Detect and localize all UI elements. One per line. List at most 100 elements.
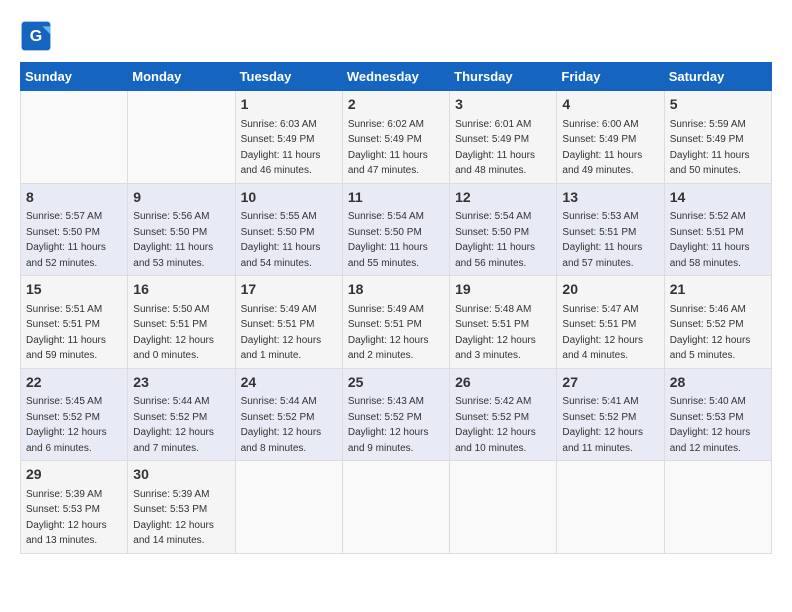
day-number: 9 (133, 188, 229, 208)
day-number: 25 (348, 373, 444, 393)
calendar-cell: 27 Sunrise: 5:41 AMSunset: 5:52 PMDaylig… (557, 368, 664, 461)
calendar-cell (128, 91, 235, 184)
day-info: Sunrise: 5:49 AMSunset: 5:51 PMDaylight:… (348, 304, 429, 362)
day-number: 3 (455, 95, 551, 115)
day-info: Sunrise: 5:51 AMSunset: 5:51 PMDaylight:… (26, 304, 106, 362)
day-number: 22 (26, 373, 122, 393)
day-number: 23 (133, 373, 229, 393)
day-number: 28 (670, 373, 766, 393)
calendar-table: SundayMondayTuesdayWednesdayThursdayFrid… (20, 62, 772, 554)
day-info: Sunrise: 6:01 AMSunset: 5:49 PMDaylight:… (455, 119, 535, 177)
calendar-cell: 1 Sunrise: 6:03 AMSunset: 5:49 PMDayligh… (235, 91, 342, 184)
day-number: 8 (26, 188, 122, 208)
day-number: 20 (562, 280, 658, 300)
calendar-cell: 19 Sunrise: 5:48 AMSunset: 5:51 PMDaylig… (450, 276, 557, 369)
calendar-cell: 5 Sunrise: 5:59 AMSunset: 5:49 PMDayligh… (664, 91, 771, 184)
day-info: Sunrise: 5:56 AMSunset: 5:50 PMDaylight:… (133, 211, 213, 269)
day-number: 2 (348, 95, 444, 115)
day-info: Sunrise: 5:52 AMSunset: 5:51 PMDaylight:… (670, 211, 750, 269)
calendar-cell: 18 Sunrise: 5:49 AMSunset: 5:51 PMDaylig… (342, 276, 449, 369)
day-info: Sunrise: 5:49 AMSunset: 5:51 PMDaylight:… (241, 304, 322, 362)
calendar-cell (21, 91, 128, 184)
calendar-week-row: 15 Sunrise: 5:51 AMSunset: 5:51 PMDaylig… (21, 276, 772, 369)
day-info: Sunrise: 5:55 AMSunset: 5:50 PMDaylight:… (241, 211, 321, 269)
calendar-cell: 14 Sunrise: 5:52 AMSunset: 5:51 PMDaylig… (664, 183, 771, 276)
day-number: 12 (455, 188, 551, 208)
calendar-week-row: 8 Sunrise: 5:57 AMSunset: 5:50 PMDayligh… (21, 183, 772, 276)
day-number: 16 (133, 280, 229, 300)
day-number: 27 (562, 373, 658, 393)
day-info: Sunrise: 5:54 AMSunset: 5:50 PMDaylight:… (455, 211, 535, 269)
svg-text:G: G (30, 28, 42, 45)
day-info: Sunrise: 5:48 AMSunset: 5:51 PMDaylight:… (455, 304, 536, 362)
calendar-cell (557, 461, 664, 554)
day-info: Sunrise: 5:43 AMSunset: 5:52 PMDaylight:… (348, 396, 429, 454)
calendar-cell: 16 Sunrise: 5:50 AMSunset: 5:51 PMDaylig… (128, 276, 235, 369)
day-number: 11 (348, 188, 444, 208)
day-info: Sunrise: 5:45 AMSunset: 5:52 PMDaylight:… (26, 396, 107, 454)
day-info: Sunrise: 5:42 AMSunset: 5:52 PMDaylight:… (455, 396, 536, 454)
calendar-cell: 17 Sunrise: 5:49 AMSunset: 5:51 PMDaylig… (235, 276, 342, 369)
day-info: Sunrise: 6:03 AMSunset: 5:49 PMDaylight:… (241, 119, 321, 177)
calendar-cell: 28 Sunrise: 5:40 AMSunset: 5:53 PMDaylig… (664, 368, 771, 461)
day-number: 15 (26, 280, 122, 300)
day-info: Sunrise: 5:57 AMSunset: 5:50 PMDaylight:… (26, 211, 106, 269)
logo-icon: G (20, 20, 52, 52)
day-info: Sunrise: 5:53 AMSunset: 5:51 PMDaylight:… (562, 211, 642, 269)
day-number: 13 (562, 188, 658, 208)
day-number: 26 (455, 373, 551, 393)
calendar-cell: 8 Sunrise: 5:57 AMSunset: 5:50 PMDayligh… (21, 183, 128, 276)
day-number: 21 (670, 280, 766, 300)
logo: G (20, 20, 56, 52)
calendar-cell: 25 Sunrise: 5:43 AMSunset: 5:52 PMDaylig… (342, 368, 449, 461)
day-number: 30 (133, 465, 229, 485)
day-number: 5 (670, 95, 766, 115)
calendar-cell: 26 Sunrise: 5:42 AMSunset: 5:52 PMDaylig… (450, 368, 557, 461)
calendar-cell: 2 Sunrise: 6:02 AMSunset: 5:49 PMDayligh… (342, 91, 449, 184)
weekday-header-monday: Monday (128, 63, 235, 91)
day-info: Sunrise: 5:44 AMSunset: 5:52 PMDaylight:… (133, 396, 214, 454)
day-number: 29 (26, 465, 122, 485)
calendar-cell: 21 Sunrise: 5:46 AMSunset: 5:52 PMDaylig… (664, 276, 771, 369)
day-number: 10 (241, 188, 337, 208)
calendar-cell: 20 Sunrise: 5:47 AMSunset: 5:51 PMDaylig… (557, 276, 664, 369)
calendar-cell: 23 Sunrise: 5:44 AMSunset: 5:52 PMDaylig… (128, 368, 235, 461)
day-number: 19 (455, 280, 551, 300)
calendar-cell (342, 461, 449, 554)
calendar-cell: 10 Sunrise: 5:55 AMSunset: 5:50 PMDaylig… (235, 183, 342, 276)
calendar-week-row: 22 Sunrise: 5:45 AMSunset: 5:52 PMDaylig… (21, 368, 772, 461)
calendar-cell (450, 461, 557, 554)
day-info: Sunrise: 5:46 AMSunset: 5:52 PMDaylight:… (670, 304, 751, 362)
calendar-cell: 24 Sunrise: 5:44 AMSunset: 5:52 PMDaylig… (235, 368, 342, 461)
weekday-header-tuesday: Tuesday (235, 63, 342, 91)
day-number: 18 (348, 280, 444, 300)
calendar-cell: 13 Sunrise: 5:53 AMSunset: 5:51 PMDaylig… (557, 183, 664, 276)
day-info: Sunrise: 5:44 AMSunset: 5:52 PMDaylight:… (241, 396, 322, 454)
day-info: Sunrise: 5:41 AMSunset: 5:52 PMDaylight:… (562, 396, 643, 454)
calendar-week-row: 1 Sunrise: 6:03 AMSunset: 5:49 PMDayligh… (21, 91, 772, 184)
day-number: 1 (241, 95, 337, 115)
day-info: Sunrise: 5:50 AMSunset: 5:51 PMDaylight:… (133, 304, 214, 362)
weekday-header-sunday: Sunday (21, 63, 128, 91)
calendar-cell: 22 Sunrise: 5:45 AMSunset: 5:52 PMDaylig… (21, 368, 128, 461)
calendar-cell (664, 461, 771, 554)
calendar-week-row: 29 Sunrise: 5:39 AMSunset: 5:53 PMDaylig… (21, 461, 772, 554)
calendar-cell: 3 Sunrise: 6:01 AMSunset: 5:49 PMDayligh… (450, 91, 557, 184)
calendar-cell: 30 Sunrise: 5:39 AMSunset: 5:53 PMDaylig… (128, 461, 235, 554)
weekday-header-thursday: Thursday (450, 63, 557, 91)
day-number: 17 (241, 280, 337, 300)
page-header: G (20, 20, 772, 52)
weekday-header-saturday: Saturday (664, 63, 771, 91)
day-info: Sunrise: 5:59 AMSunset: 5:49 PMDaylight:… (670, 119, 750, 177)
calendar-cell: 12 Sunrise: 5:54 AMSunset: 5:50 PMDaylig… (450, 183, 557, 276)
day-number: 4 (562, 95, 658, 115)
day-info: Sunrise: 5:39 AMSunset: 5:53 PMDaylight:… (133, 489, 214, 547)
day-info: Sunrise: 6:02 AMSunset: 5:49 PMDaylight:… (348, 119, 428, 177)
calendar-cell: 4 Sunrise: 6:00 AMSunset: 5:49 PMDayligh… (557, 91, 664, 184)
weekday-header-wednesday: Wednesday (342, 63, 449, 91)
day-info: Sunrise: 5:47 AMSunset: 5:51 PMDaylight:… (562, 304, 643, 362)
calendar-cell: 15 Sunrise: 5:51 AMSunset: 5:51 PMDaylig… (21, 276, 128, 369)
calendar-cell: 11 Sunrise: 5:54 AMSunset: 5:50 PMDaylig… (342, 183, 449, 276)
calendar-cell: 29 Sunrise: 5:39 AMSunset: 5:53 PMDaylig… (21, 461, 128, 554)
day-info: Sunrise: 5:54 AMSunset: 5:50 PMDaylight:… (348, 211, 428, 269)
